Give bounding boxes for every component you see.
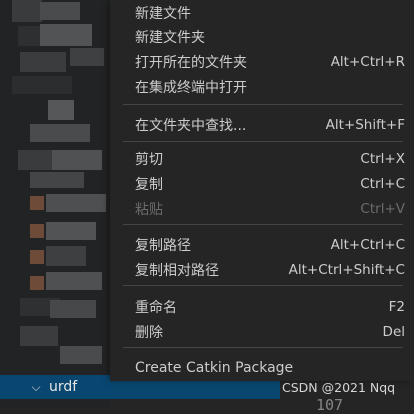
menu-item[interactable]: 新建文件夹 [110,25,414,49]
menu-separator [123,141,403,142]
menu-item-label: 剪切 [135,152,163,168]
menu-separator [123,347,403,348]
menu-item-label: 新建文件夹 [135,30,205,46]
menu-item-label: Create Catkin Package [135,360,294,376]
menu-item[interactable]: 在文件夹中查找... Alt+Shift+F [110,113,414,137]
menu-item[interactable]: 打开所在的文件夹 Alt+Ctrl+R [110,50,414,74]
menu-item[interactable]: 剪切 Ctrl+X [110,147,414,171]
folder-name: urdf [49,379,78,395]
menu-item-label: 复制路径 [135,238,191,254]
menu-item[interactable]: 在集成终端中打开 [110,75,414,99]
menu-item-label: 在集成终端中打开 [135,80,247,96]
menu-item-shortcut: Ctrl+C [360,176,405,192]
menu-item[interactable]: 重命名 F2 [110,295,414,319]
menu-item[interactable]: 删除 Del [110,320,414,344]
context-menu: 新建文件 新建文件夹 打开所在的文件夹 Alt+Ctrl+R 在集成终端中打开 在文件夹中… [110,0,414,381]
menu-separator [123,104,403,105]
menu-item-label: 删除 [135,325,163,341]
menu-item-shortcut: F2 [388,299,405,315]
menu-item-label: 重命名 [135,300,177,316]
menu-item-shortcut: Alt+Ctrl+C [330,237,405,253]
menu-item-label: 新建文件 [135,6,191,22]
menu-item-shortcut: Del [382,324,405,340]
menu-item-shortcut: Alt+Ctrl+R [330,54,405,70]
menu-item[interactable]: 复制 Ctrl+C [110,172,414,196]
watermark: CSDN @2021 Nqq [282,380,396,395]
menu-item[interactable]: 复制相对路径 Alt+Ctrl+Shift+C [110,258,414,282]
menu-item-label: 复制 [135,177,163,193]
menu-item-label: 粘贴 [135,202,163,218]
menu-item-shortcut: Ctrl+X [360,151,405,167]
explorer-sidebar [0,0,110,407]
menu-item-label: 复制相对路径 [135,263,219,279]
menu-separator [123,285,403,286]
menu-item: 粘贴 Ctrl+V [110,197,414,221]
menu-item-label: 在文件夹中查找... [135,118,247,134]
menu-item[interactable]: 复制路径 Alt+Ctrl+C [110,233,414,257]
menu-item-shortcut: Alt+Ctrl+Shift+C [288,262,405,278]
menu-item-shortcut: Alt+Shift+F [325,117,405,133]
chevron-down-icon[interactable]: ⌵ [30,380,42,395]
menu-separator [123,224,403,225]
line-number: 107 [316,396,344,414]
menu-item-shortcut: Ctrl+V [360,201,405,217]
menu-item-label: 打开所在的文件夹 [135,55,247,71]
menu-item[interactable]: Create Catkin Package [110,356,414,380]
menu-item[interactable]: 新建文件 [110,1,414,25]
